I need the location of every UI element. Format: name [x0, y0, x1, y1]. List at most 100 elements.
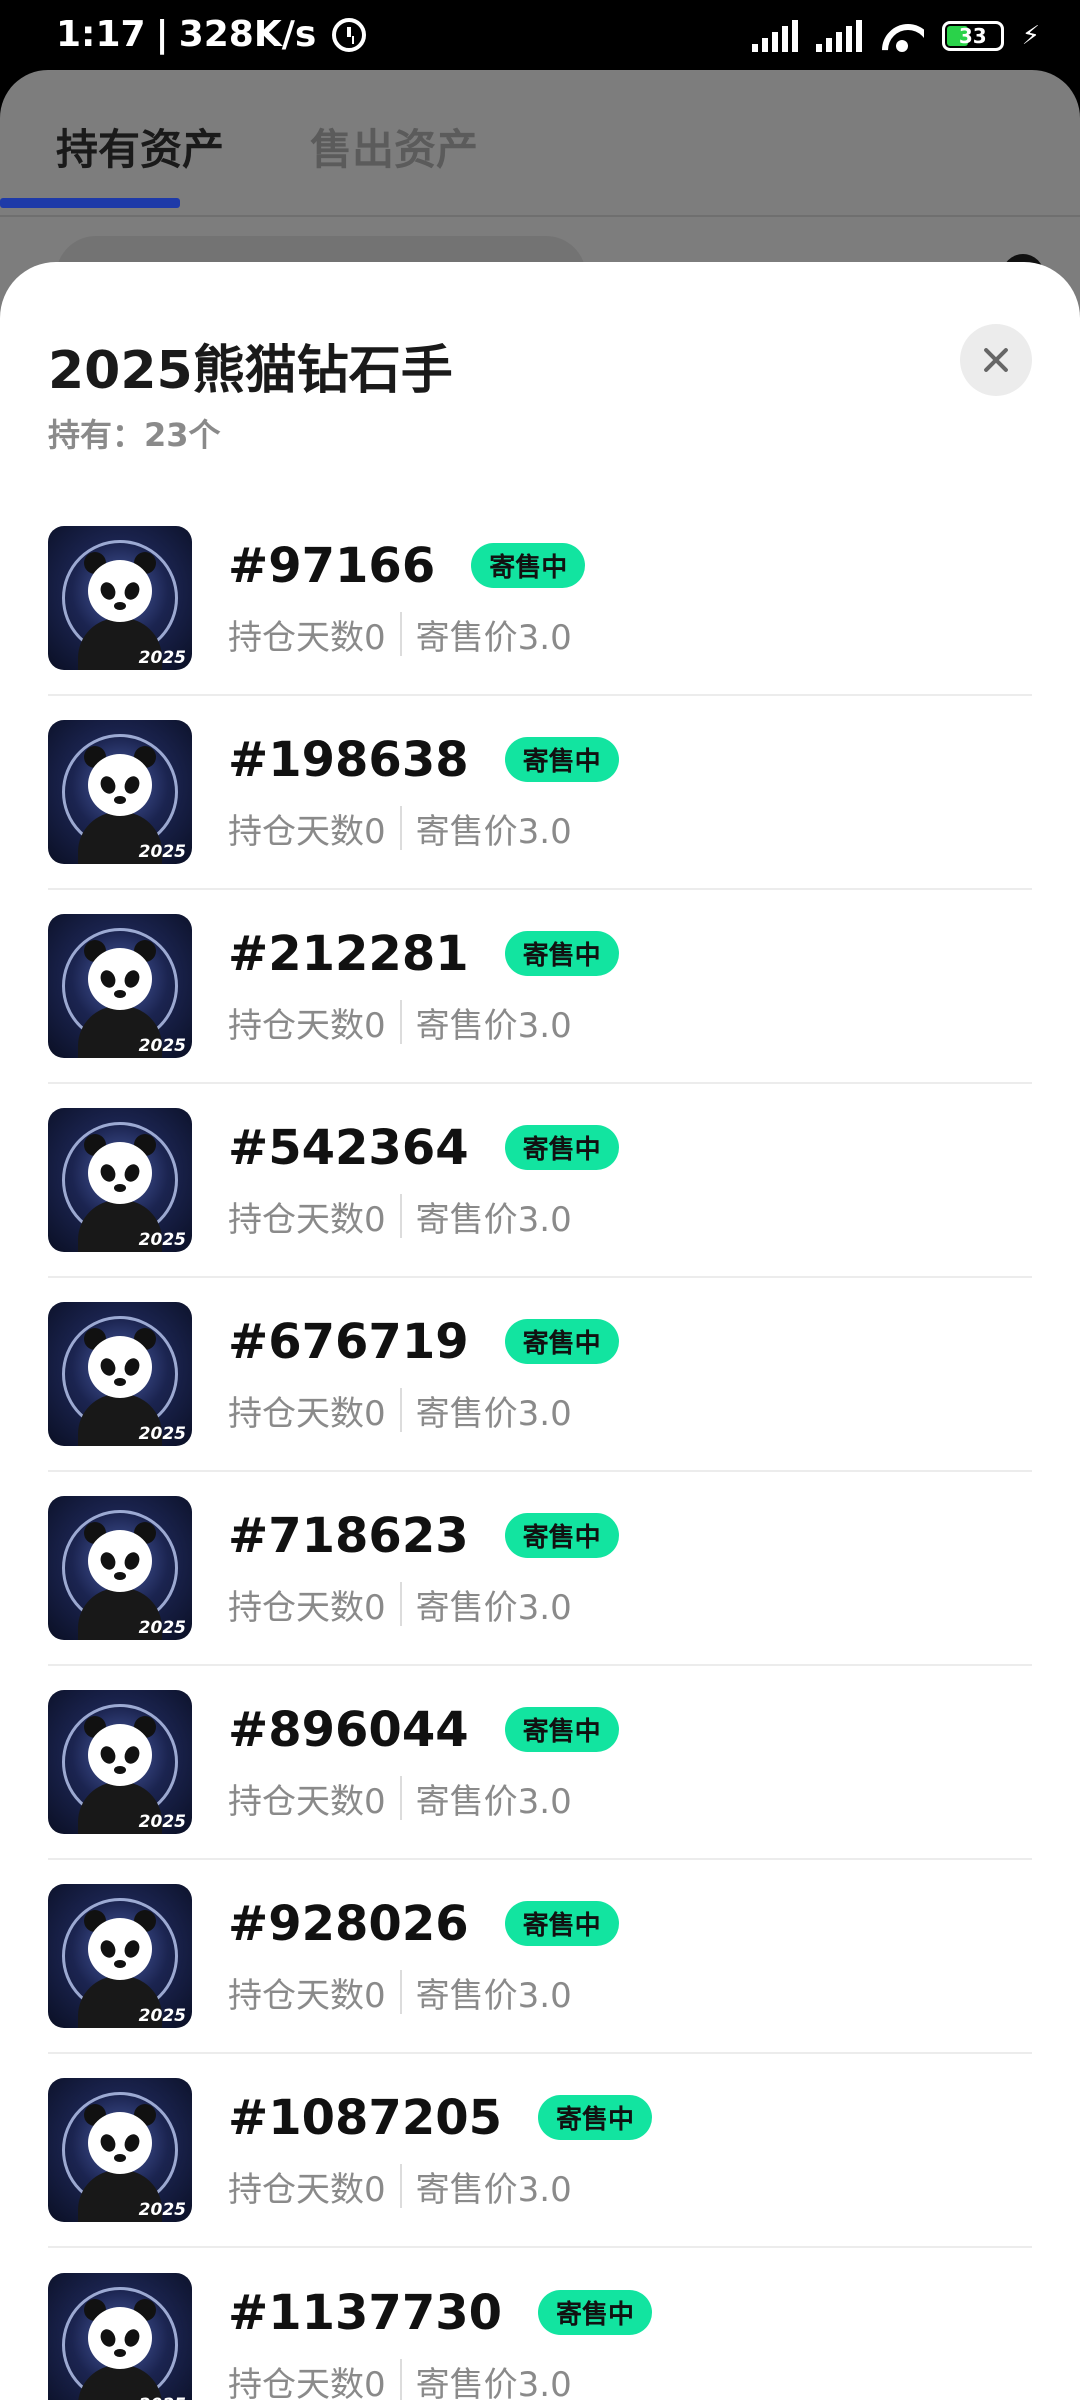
- thumbnail-year: 2025: [139, 2395, 186, 2400]
- list-item[interactable]: 2025 #676719 寄售中 持仓天数0 寄售价3.0: [48, 1278, 1032, 1472]
- battery-icon: 33: [941, 21, 1004, 51]
- panda-thumbnail: 2025: [48, 914, 192, 1058]
- status-right: 33 ⚡: [751, 20, 1040, 52]
- thumbnail-year: 2025: [138, 1618, 186, 1638]
- thumbnail-year: 2025: [138, 1424, 186, 1444]
- consign-price: 寄售价3.0: [415, 1393, 572, 1434]
- holding-days: 持仓天数0: [228, 1781, 386, 1822]
- asset-tabs: 持有资产 售出资产: [56, 116, 478, 177]
- thumbnail-year: 2025: [138, 648, 186, 668]
- status-bar: 1:17 | 328K/s 33 ⚡: [0, 0, 1080, 72]
- thumbnail-year: 2025: [138, 2006, 186, 2026]
- tab-held-assets[interactable]: 持有资产: [56, 116, 224, 177]
- item-info: #198638 寄售中 持仓天数0 寄售价3.0: [228, 732, 619, 853]
- list-item[interactable]: 2025 #198638 寄售中 持仓天数0 寄售价3.0: [48, 696, 1032, 890]
- consign-price: 寄售价3.0: [415, 2364, 572, 2400]
- wifi-icon: [880, 20, 924, 52]
- item-info: #1087205 寄售中 持仓天数0 寄售价3.0: [228, 2089, 653, 2211]
- meta-divider: [399, 1388, 402, 1432]
- consign-price: 寄售价3.0: [415, 1587, 572, 1628]
- status-badge: 寄售中: [504, 1319, 619, 1364]
- cellular-signal-icon: [751, 20, 798, 52]
- item-info: #97166 寄售中 持仓天数0 寄售价3.0: [228, 537, 586, 659]
- token-id: #896044: [228, 1701, 469, 1758]
- meta-divider: [399, 2164, 402, 2208]
- meta-divider: [399, 1776, 402, 1820]
- panda-thumbnail: 2025: [48, 1884, 192, 2028]
- battery-level: 33: [958, 24, 987, 48]
- holding-days: 持仓天数0: [228, 1393, 386, 1434]
- status-left: 1:17 | 328K/s: [56, 14, 367, 55]
- tab-divider: [0, 215, 1080, 217]
- thumbnail-year: 2025: [138, 1812, 186, 1832]
- panda-thumbnail: 2025: [48, 1496, 192, 1640]
- asset-bottom-sheet: 2025熊猫钻石手 持有：23个 2025 #97166 寄售中 持仓天数0 寄…: [0, 262, 1080, 2400]
- charging-icon: ⚡: [1021, 21, 1040, 51]
- holding-days: 持仓天数0: [228, 811, 386, 852]
- panda-thumbnail: 2025: [48, 1690, 192, 1834]
- list-item[interactable]: 2025 #212281 寄售中 持仓天数0 寄售价3.0: [48, 890, 1032, 1084]
- thumbnail-year: 2025: [138, 1230, 186, 1250]
- item-info: #928026 寄售中 持仓天数0 寄售价3.0: [228, 1896, 619, 2017]
- holding-days: 持仓天数0: [228, 2169, 386, 2210]
- holding-count: 持有：23个: [48, 416, 221, 454]
- meta-divider: [399, 1970, 402, 2014]
- item-info: #542364 寄售中 持仓天数0 寄售价3.0: [228, 1120, 619, 1241]
- status-badge: 寄售中: [504, 1901, 619, 1946]
- status-badge: 寄售中: [504, 1125, 619, 1170]
- panda-thumbnail: 2025: [48, 720, 192, 864]
- token-id: #97166: [228, 537, 436, 594]
- token-id: #1087205: [228, 2089, 503, 2146]
- thumbnail-year: 2025: [138, 2200, 186, 2220]
- status-badge: 寄售中: [538, 2095, 653, 2140]
- holding-days: 持仓天数0: [228, 2364, 386, 2400]
- sheet-title: 2025熊猫钻石手: [48, 341, 453, 401]
- list-item[interactable]: 2025 #896044 寄售中 持仓天数0 寄售价3.0: [48, 1666, 1032, 1860]
- thumbnail-year: 2025: [138, 842, 186, 862]
- asset-list: 2025 #97166 寄售中 持仓天数0 寄售价3.0 2025 #19863…: [48, 502, 1032, 2400]
- item-info: #718623 寄售中 持仓天数0 寄售价3.0: [228, 1508, 619, 1629]
- list-item[interactable]: 2025 #1087205 寄售中 持仓天数0 寄售价3.0: [48, 2054, 1032, 2248]
- list-item[interactable]: 2025 #542364 寄售中 持仓天数0 寄售价3.0: [48, 1084, 1032, 1278]
- list-item[interactable]: 2025 #97166 寄售中 持仓天数0 寄售价3.0: [48, 502, 1032, 696]
- token-id: #198638: [228, 731, 469, 788]
- panda-thumbnail: 2025: [48, 1302, 192, 1446]
- cellular-signal-icon: [815, 20, 862, 52]
- list-item[interactable]: 2025 #928026 寄售中 持仓天数0 寄售价3.0: [48, 1860, 1032, 2054]
- tab-sold-assets[interactable]: 售出资产: [310, 116, 478, 177]
- token-id: #718623: [228, 1507, 469, 1564]
- token-id: #676719: [228, 1313, 469, 1370]
- meta-divider: [399, 806, 402, 850]
- holding-days: 持仓天数0: [228, 1975, 386, 2016]
- meta-divider: [399, 1194, 402, 1238]
- item-info: #676719 寄售中 持仓天数0 寄售价3.0: [228, 1314, 619, 1435]
- holding-days: 持仓天数0: [228, 1005, 386, 1046]
- panda-thumbnail: 2025: [48, 2273, 192, 2400]
- meta-divider: [399, 2359, 402, 2400]
- holding-days: 持仓天数0: [228, 617, 386, 658]
- thumbnail-year: 2025: [138, 1036, 186, 1056]
- item-info: #1137730 寄售中 持仓天数0 寄售价3.0: [228, 2285, 653, 2400]
- status-badge: 寄售中: [504, 931, 619, 976]
- network-speed: 328K/s: [178, 14, 317, 55]
- holding-days: 持仓天数0: [228, 1587, 386, 1628]
- token-id: #928026: [228, 1895, 469, 1952]
- meta-divider: [399, 612, 402, 656]
- status-badge: 寄售中: [471, 543, 586, 588]
- consign-price: 寄售价3.0: [415, 1781, 572, 1822]
- panda-thumbnail: 2025: [48, 526, 192, 670]
- status-badge: 寄售中: [504, 1707, 619, 1752]
- consign-price: 寄售价3.0: [415, 1005, 572, 1046]
- consign-price: 寄售价3.0: [415, 1199, 572, 1240]
- consign-price: 寄售价3.0: [415, 1975, 572, 2016]
- item-info: #212281 寄售中 持仓天数0 寄售价3.0: [228, 926, 619, 1047]
- list-item[interactable]: 2025 #1137730 寄售中 持仓天数0 寄售价3.0: [48, 2248, 1032, 2400]
- status-badge: 寄售中: [504, 737, 619, 782]
- status-separator: |: [155, 14, 169, 55]
- meta-divider: [399, 1000, 402, 1044]
- list-item[interactable]: 2025 #718623 寄售中 持仓天数0 寄售价3.0: [48, 1472, 1032, 1666]
- item-info: #896044 寄售中 持仓天数0 寄售价3.0: [228, 1702, 619, 1823]
- close-button[interactable]: [960, 324, 1032, 396]
- token-id: #542364: [228, 1119, 469, 1176]
- holding-days: 持仓天数0: [228, 1199, 386, 1240]
